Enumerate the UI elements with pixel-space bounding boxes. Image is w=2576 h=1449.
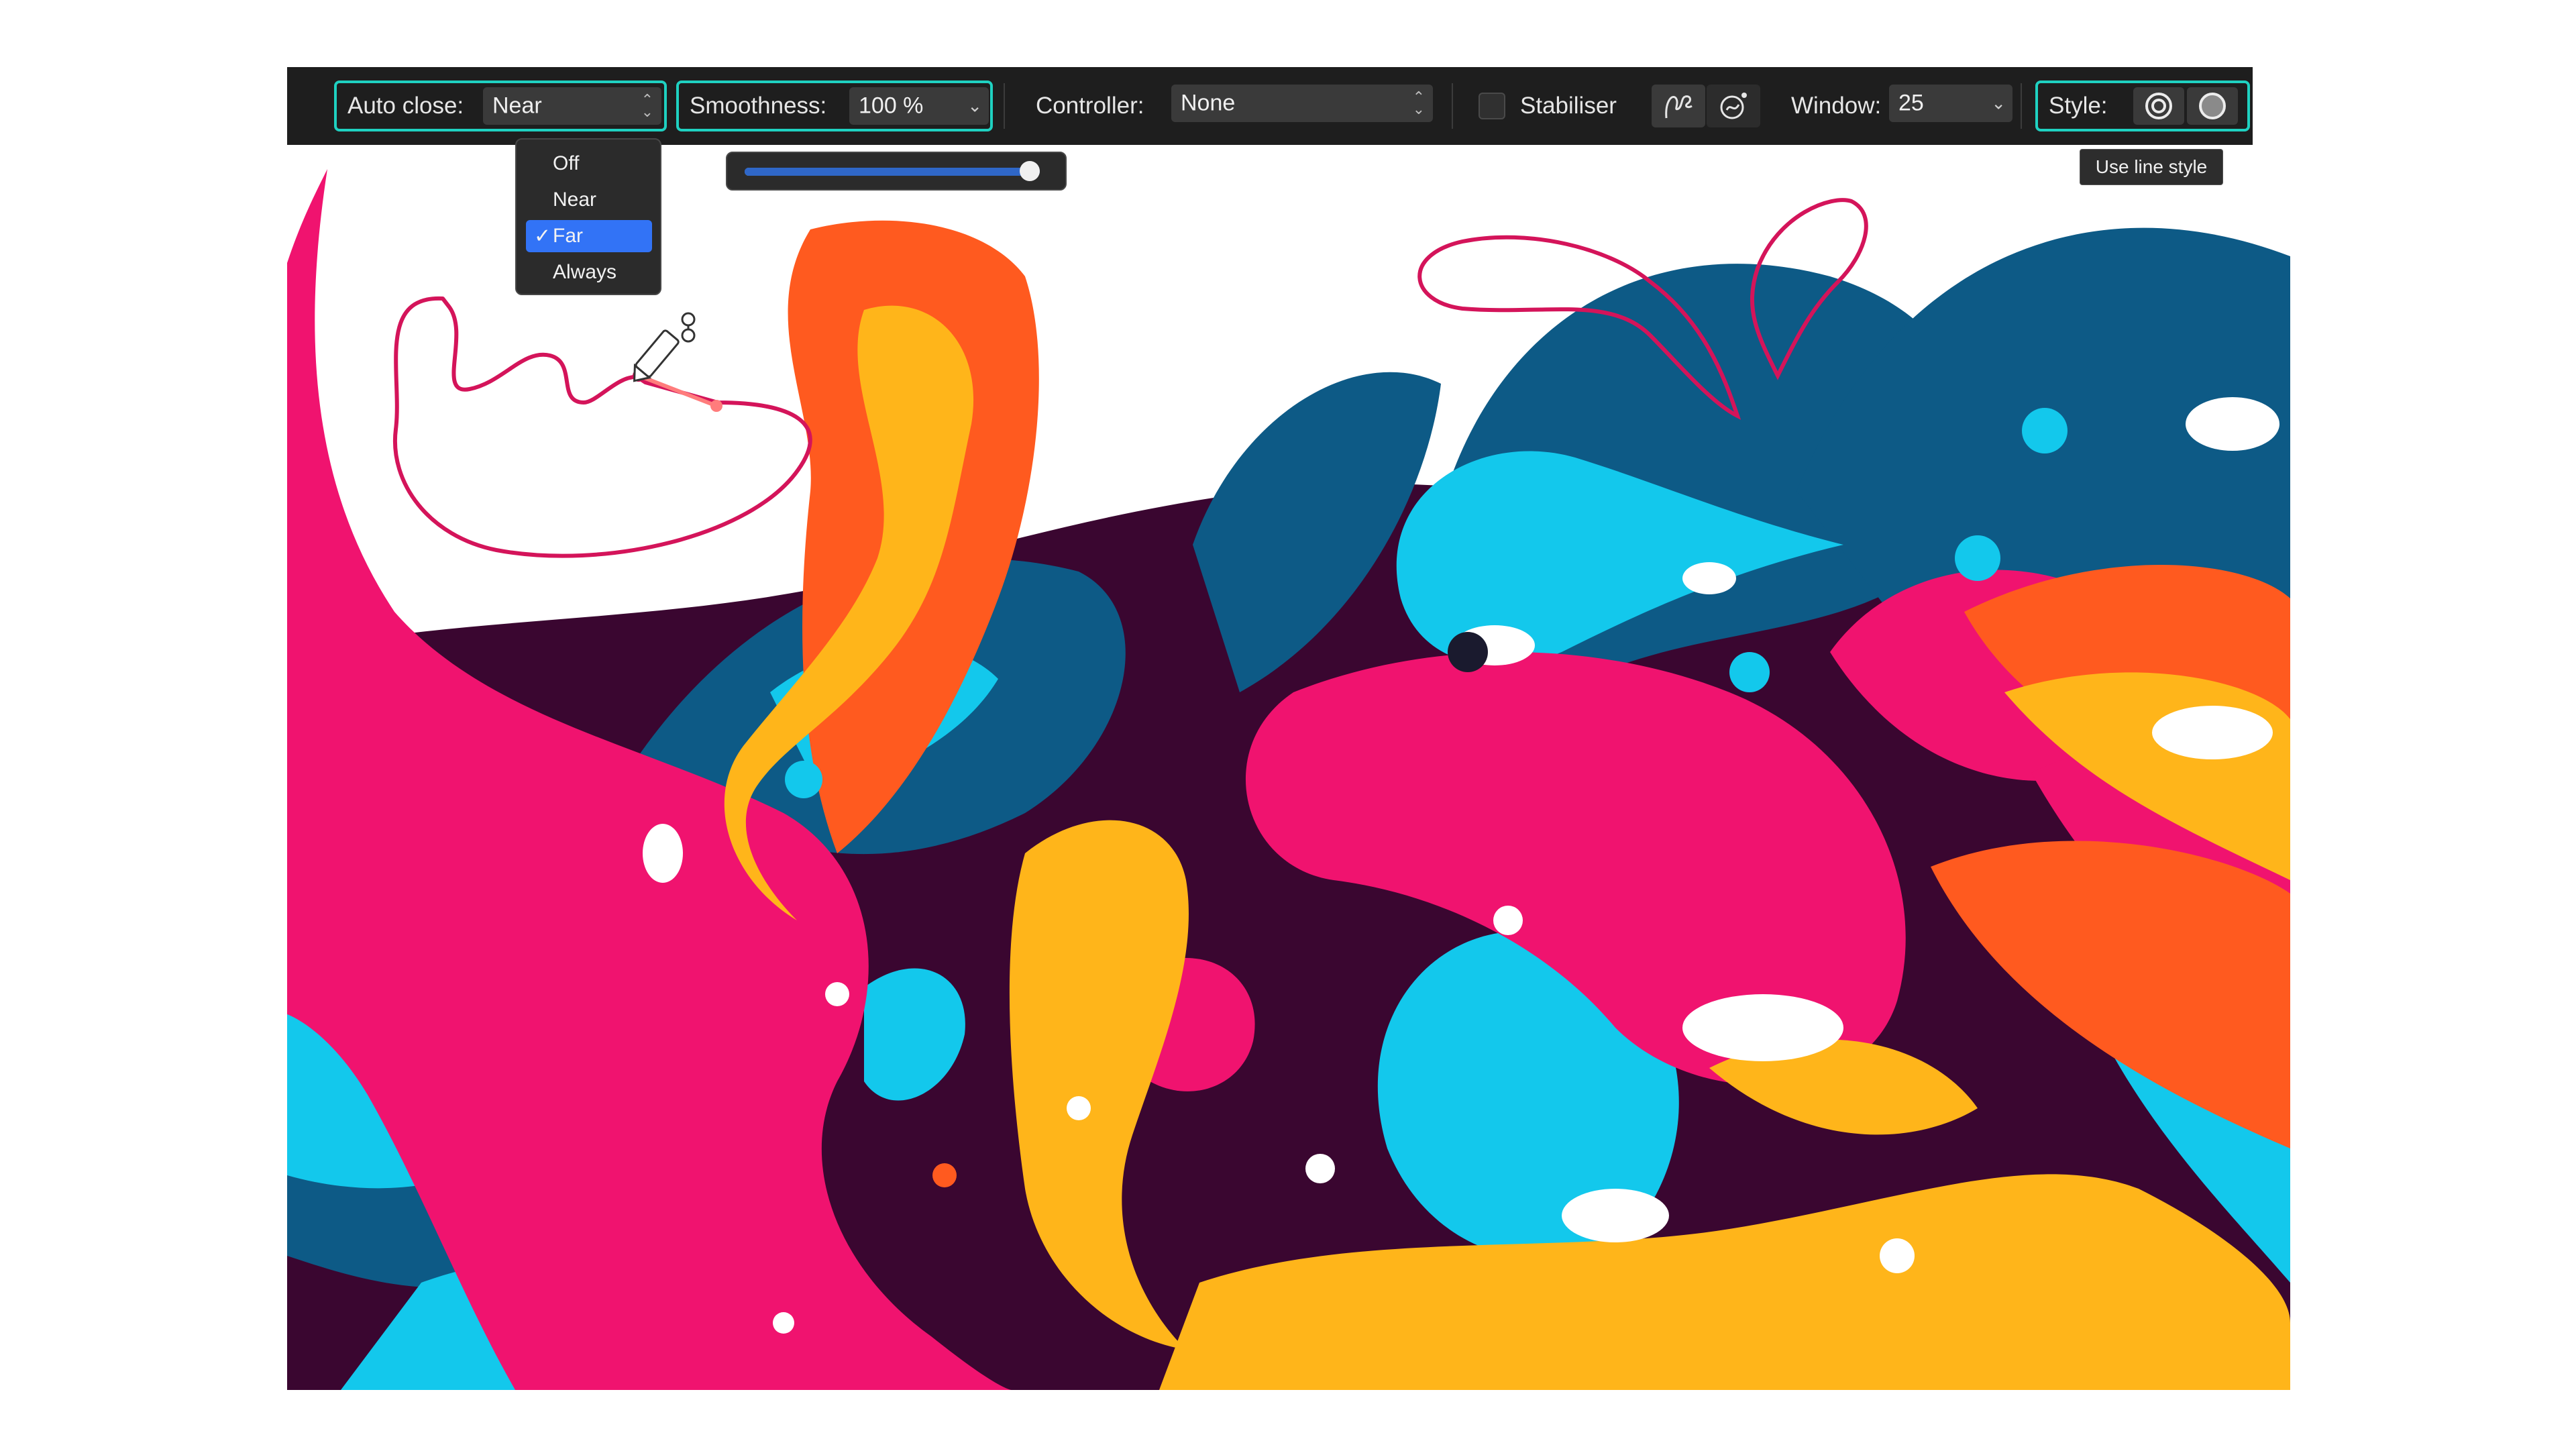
- canvas-artwork: [287, 169, 2290, 1390]
- line-style-button[interactable]: [2133, 87, 2184, 125]
- window-label: Window:: [1791, 93, 1882, 119]
- app-window: Auto close: Near ⌃ ⌄ Smoothness: 100 % ⌄ …: [0, 0, 2576, 1449]
- smoothness-field[interactable]: 100 % ⌄: [849, 87, 989, 125]
- context-toolbar: Auto close: Near ⌃ ⌄ Smoothness: 100 % ⌄ …: [287, 67, 2253, 145]
- window-stabiliser-icon: [1720, 93, 1747, 119]
- style-label: Style:: [2049, 93, 2108, 119]
- window-control: Window: 25 ⌄: [1771, 80, 2026, 131]
- tooltip: Use line style: [2080, 149, 2223, 185]
- style-control: Style:: [2035, 80, 2250, 131]
- controller-value: None: [1181, 90, 1236, 116]
- smoothness-slider-track[interactable]: [745, 161, 1040, 181]
- stabiliser-checkbox[interactable]: [1479, 93, 1505, 119]
- controller-control: Controller: None ⌃ ⌄: [1022, 80, 1465, 131]
- menu-item-off[interactable]: Off: [526, 148, 652, 180]
- rope-stabiliser-icon: [1665, 95, 1693, 119]
- tooltip-text: Use line style: [2095, 156, 2208, 177]
- menu-item-far[interactable]: ✓ Far: [526, 220, 652, 252]
- smoothness-value: 100 %: [859, 93, 924, 119]
- chevron-updown-icon: ⌃ ⌄: [641, 91, 653, 120]
- auto-close-control: Auto close: Near ⌃ ⌄: [334, 80, 667, 131]
- check-icon: ✓: [534, 225, 551, 248]
- menu-item-always[interactable]: Always: [526, 256, 652, 288]
- smoothness-slider-fill: [745, 168, 1040, 176]
- auto-close-menu: Off Near ✓ Far Always: [515, 138, 661, 295]
- line-style-icon: [2145, 93, 2172, 119]
- window-stabiliser-button[interactable]: [1707, 85, 1760, 127]
- chevron-updown-icon: ⌃ ⌄: [1412, 89, 1425, 117]
- controller-select[interactable]: None ⌃ ⌄: [1171, 85, 1433, 122]
- window-field[interactable]: 25 ⌄: [1889, 85, 2012, 122]
- chevron-down-icon[interactable]: ⌄: [967, 96, 982, 117]
- chevron-down-icon[interactable]: ⌄: [1991, 93, 2006, 114]
- smoothness-control: Smoothness: 100 % ⌄: [676, 80, 993, 131]
- menu-item-near[interactable]: Near: [526, 184, 652, 216]
- smoothness-label: Smoothness:: [690, 93, 827, 119]
- toolbar-divider: [2021, 83, 2022, 129]
- controller-label: Controller:: [1036, 93, 1144, 119]
- smoothness-slider-knob[interactable]: [1020, 161, 1040, 181]
- auto-close-label: Auto close:: [347, 93, 464, 119]
- auto-close-value: Near: [492, 93, 542, 119]
- canvas[interactable]: [287, 142, 2290, 1390]
- window-value: 25: [1898, 90, 1924, 116]
- rope-stabiliser-button[interactable]: [1652, 85, 1705, 127]
- smoothness-slider-popup: [726, 152, 1067, 191]
- fill-style-icon: [2199, 93, 2226, 119]
- stabiliser-label: Stabiliser: [1520, 93, 1617, 119]
- auto-close-select[interactable]: Near ⌃ ⌄: [483, 87, 661, 125]
- toolbar-divider: [1004, 83, 1005, 129]
- toolbar-divider: [1452, 83, 1453, 129]
- fill-style-button[interactable]: [2187, 87, 2238, 125]
